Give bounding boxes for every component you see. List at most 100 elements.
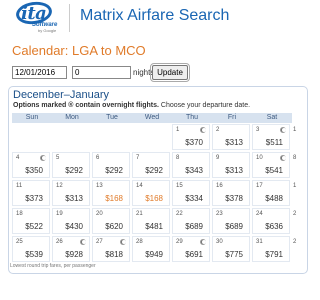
header: ita Software by Google Matrix Airfare Se… (0, 0, 289, 36)
weekday-header: Sun Mon Tue Wed Thu Fri Sat (12, 113, 292, 123)
date-cell-26[interactable]: 26 $928 (52, 236, 90, 262)
fare-price-link[interactable]: $370 (185, 138, 203, 147)
date-cell-22[interactable]: 22 $689 (172, 208, 210, 234)
date-number: 8 (176, 155, 180, 161)
date-cell-19[interactable]: 19 $430 (52, 208, 90, 234)
next-month-date-number: 1 (293, 183, 297, 189)
weekday-mon: Mon (65, 114, 79, 121)
date-number: 1 (176, 127, 180, 133)
date-cell-5[interactable]: 5 $292 (52, 152, 90, 178)
fare-price-link[interactable]: $350 (25, 166, 43, 175)
date-cell-18[interactable]: 18 $522 (12, 208, 50, 234)
weekday-wed: Wed (144, 114, 160, 121)
note-bold-end: contain overnight flights. (73, 102, 159, 109)
date-cell-31[interactable]: 31 $791 (252, 236, 290, 262)
fare-price-link[interactable]: $522 (25, 222, 43, 231)
date-cell-10[interactable]: 10 $541 (252, 152, 290, 178)
date-number: 19 (56, 211, 63, 217)
date-cell-8[interactable]: 8 $343 (172, 152, 210, 178)
date-cell-11[interactable]: 11 $373 (12, 180, 50, 206)
weekday-tue: Tue (106, 114, 118, 121)
fare-price-link[interactable]: $541 (265, 166, 283, 175)
fare-price-link[interactable]: $313 (65, 194, 83, 203)
date-number: 18 (16, 211, 23, 217)
date-cell-28[interactable]: 28 $949 (132, 236, 170, 262)
ita-software-logo[interactable]: ita Software by Google (12, 0, 64, 33)
month-title: December–January (13, 89, 109, 101)
date-cell-23[interactable]: 23 $689 (212, 208, 250, 234)
date-number: 14 (136, 183, 143, 189)
date-number: 6 (96, 155, 100, 161)
fare-price-link[interactable]: $343 (185, 166, 203, 175)
fare-price-link[interactable]: $168 (105, 194, 123, 203)
fare-price-link[interactable]: $378 (225, 194, 243, 203)
fare-price-link[interactable]: $818 (105, 250, 123, 259)
nights-input[interactable] (72, 66, 131, 79)
date-cell-9[interactable]: 9 $313 (212, 152, 250, 178)
fare-price-link[interactable]: $481 (145, 222, 163, 231)
date-cell-2[interactable]: 2 $313 (212, 124, 250, 150)
date-cell-20[interactable]: 20 $620 (92, 208, 130, 234)
date-cell-16[interactable]: 16 $378 (212, 180, 250, 206)
date-cell-15[interactable]: 15 $334 (172, 180, 210, 206)
header-divider (69, 4, 70, 32)
fare-price-link[interactable]: $292 (65, 166, 83, 175)
date-cell-13[interactable]: 13 $168 (92, 180, 130, 206)
date-number: 9 (216, 155, 220, 161)
fare-price-link[interactable]: $292 (105, 166, 123, 175)
date-cell-30[interactable]: 30 $775 (212, 236, 250, 262)
weekday-sat: Sat (266, 114, 278, 121)
date-number: 21 (136, 211, 143, 217)
fare-price-link[interactable]: $430 (65, 222, 83, 231)
fare-price-link[interactable]: $511 (266, 138, 283, 147)
fare-price-link[interactable]: $949 (145, 250, 163, 259)
weekday-thu: Thu (185, 114, 199, 121)
fare-price-link[interactable]: $636 (265, 222, 283, 231)
date-number: 30 (216, 239, 223, 245)
fare-price-link[interactable]: $689 (185, 222, 203, 231)
fare-price-link[interactable]: $292 (145, 166, 163, 175)
fare-price-link[interactable]: $928 (65, 250, 83, 259)
date-cell-7[interactable]: 7 $292 (132, 152, 170, 178)
date-cell-24[interactable]: 24 $636 (252, 208, 290, 234)
update-button[interactable]: Update (150, 63, 190, 82)
fare-price-link[interactable]: $313 (225, 166, 243, 175)
fare-price-link[interactable]: $313 (225, 138, 243, 147)
calendar-panel: December–January Options marked ® contai… (8, 86, 308, 274)
date-cell-17[interactable]: 17 $488 (252, 180, 290, 206)
fare-price-link[interactable]: $488 (265, 194, 283, 203)
date-number: 10 (256, 155, 263, 161)
date-cell-6[interactable]: 6 $292 (92, 152, 130, 178)
fare-price-link[interactable]: $620 (105, 222, 123, 231)
fare-price-link[interactable]: $539 (25, 250, 43, 259)
date-number: 17 (256, 183, 263, 189)
logo-by-google-text: by Google (38, 28, 57, 33)
fare-price-link[interactable]: $691 (185, 250, 203, 259)
date-cell-29[interactable]: 29 $691 (172, 236, 210, 262)
date-cell-1[interactable]: 1 $370 (172, 124, 210, 150)
fare-price-link[interactable]: $168 (145, 194, 163, 203)
date-number: 20 (96, 211, 103, 217)
date-cell-3[interactable]: 3 $511 (252, 124, 290, 150)
date-cell-4[interactable]: 4 $350 (12, 152, 50, 178)
date-cell-21[interactable]: 21 $481 (132, 208, 170, 234)
fare-price-link[interactable]: $373 (25, 194, 43, 203)
app-title: Matrix Airfare Search (80, 7, 230, 24)
calendar-heading: Calendar: LGA to MCO (12, 43, 146, 58)
date-cell-14[interactable]: 14 $168 (132, 180, 170, 206)
date-number: 15 (176, 183, 183, 189)
fare-price-link[interactable]: $689 (225, 222, 243, 231)
date-cell-12[interactable]: 12 $313 (52, 180, 90, 206)
date-number: 12 (56, 183, 63, 189)
note-rest: Choose your departure date. (158, 102, 251, 109)
date-cell-25[interactable]: 25 $539 (12, 236, 50, 262)
date-number: 25 (16, 239, 23, 245)
fare-price-link[interactable]: $334 (185, 194, 203, 203)
next-month-date-number: 2 (293, 211, 297, 217)
date-number: 2 (216, 127, 220, 133)
fare-price-link[interactable]: $775 (225, 250, 243, 259)
start-date-input[interactable] (12, 66, 67, 79)
date-number: 27 (96, 239, 103, 245)
fare-price-link[interactable]: $791 (265, 250, 283, 259)
date-cell-27[interactable]: 27 $818 (92, 236, 130, 262)
